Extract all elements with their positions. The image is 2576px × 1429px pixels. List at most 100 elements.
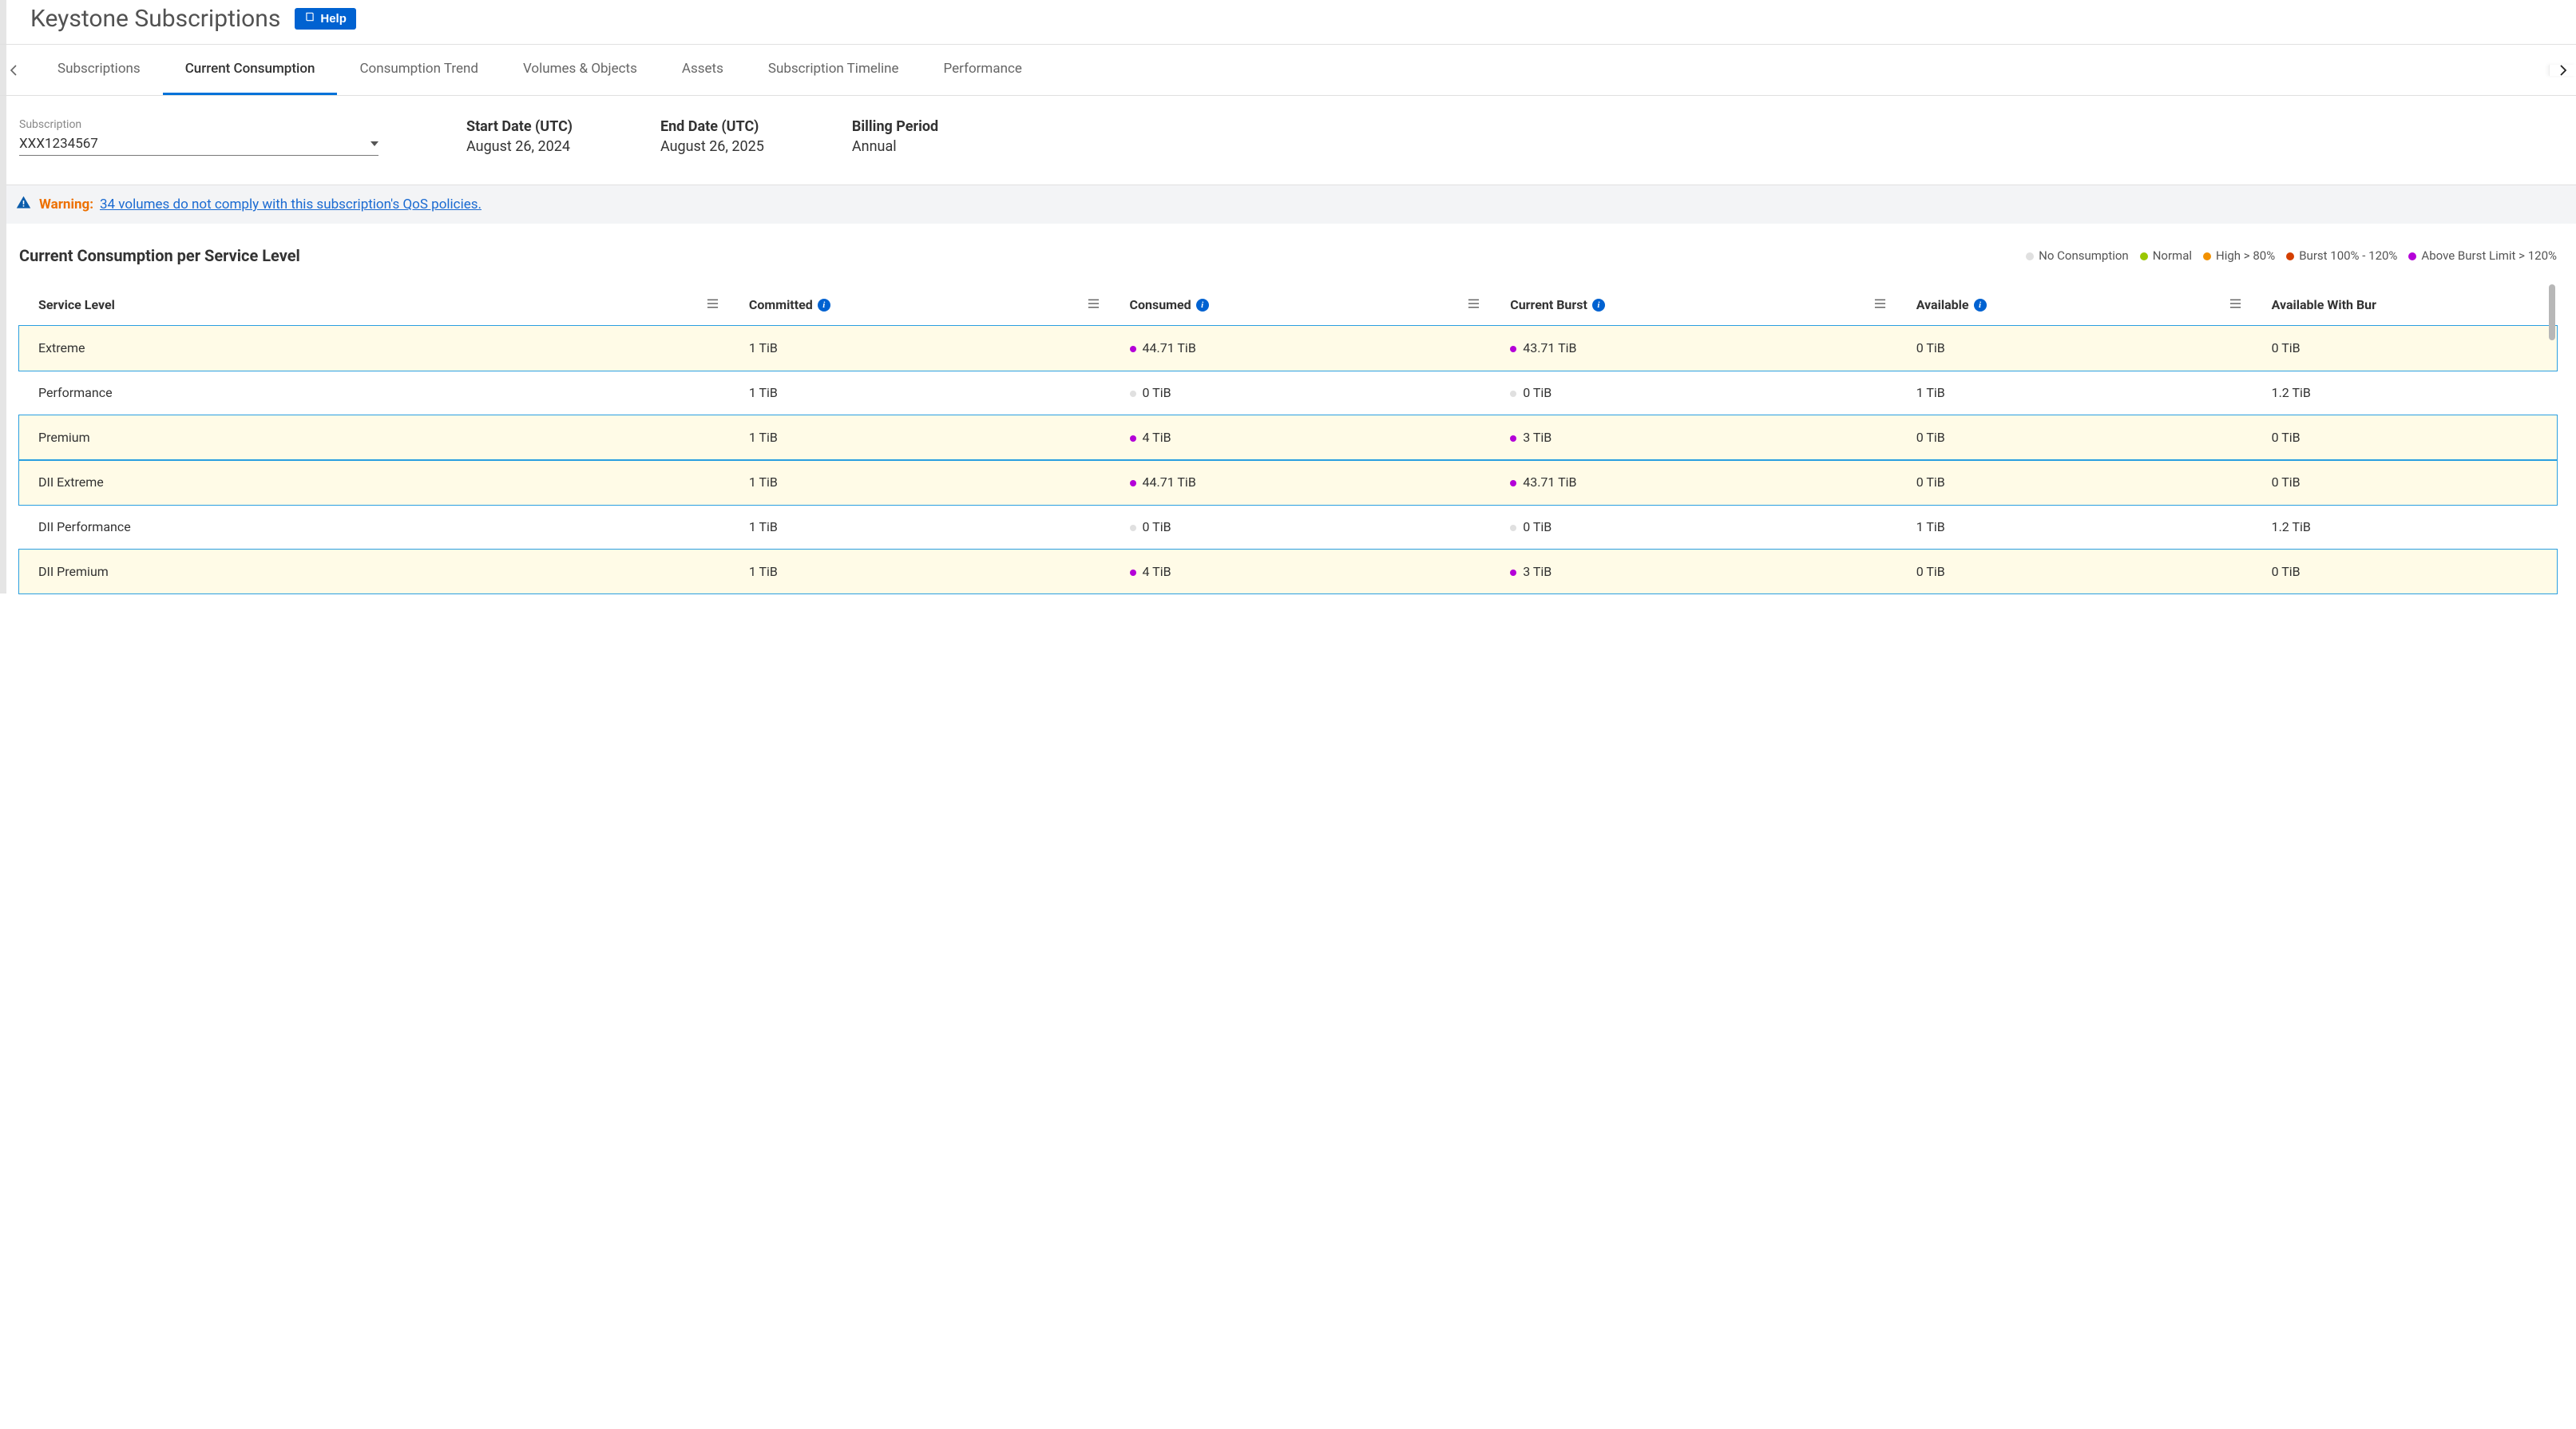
cell-service-level: Extreme xyxy=(19,326,730,371)
cell-available: 1 TiB xyxy=(1897,505,2253,550)
cell-available-with-burst: 1.2 TiB xyxy=(2253,371,2557,415)
cell-available: 0 TiB xyxy=(1897,415,2253,460)
cell-consumed: 44.71 TiB xyxy=(1111,460,1492,505)
table-row[interactable]: DII Premium1 TiB4 TiB3 TiB0 TiB0 TiB xyxy=(19,550,2557,594)
legend-item: Burst 100% - 120% xyxy=(2286,248,2397,263)
legend-dot-icon xyxy=(2026,252,2034,260)
cell-current-burst: 43.71 TiB xyxy=(1491,460,1896,505)
column-header[interactable]: Current Burst i xyxy=(1491,284,1896,326)
warning-label: Warning: xyxy=(39,196,93,212)
column-menu-icon[interactable] xyxy=(1088,297,1100,312)
info-icon[interactable]: i xyxy=(1974,299,1987,312)
status-dot-icon xyxy=(1510,480,1516,486)
column-header[interactable]: Available With Bur xyxy=(2253,284,2557,326)
cell-service-level: DII Performance xyxy=(19,505,730,550)
cell-committed: 1 TiB xyxy=(730,415,1111,460)
scrollbar-thumb[interactable] xyxy=(2549,284,2555,340)
legend: No ConsumptionNormalHigh > 80%Burst 100%… xyxy=(2026,248,2557,263)
cell-service-level: DII Premium xyxy=(19,550,730,594)
tabs-scroll-left[interactable] xyxy=(0,65,27,76)
column-menu-icon[interactable] xyxy=(1468,297,1480,312)
tab-assets[interactable]: Assets xyxy=(660,45,746,95)
status-dot-icon xyxy=(1130,346,1136,352)
cell-current-burst: 3 TiB xyxy=(1491,415,1896,460)
legend-dot-icon xyxy=(2408,252,2416,260)
table-row[interactable]: DII Extreme1 TiB44.71 TiB43.71 TiB0 TiB0… xyxy=(19,460,2557,505)
cell-available: 0 TiB xyxy=(1897,550,2253,594)
tab-subscription-timeline[interactable]: Subscription Timeline xyxy=(746,45,921,95)
cell-service-level: DII Extreme xyxy=(19,460,730,505)
legend-dot-icon xyxy=(2203,252,2211,260)
page-title: Keystone Subscriptions xyxy=(30,5,280,33)
cell-consumed: 0 TiB xyxy=(1111,505,1492,550)
subscription-select-value: XXX1234567 xyxy=(19,136,98,152)
cell-committed: 1 TiB xyxy=(730,505,1111,550)
book-icon xyxy=(304,11,315,26)
column-menu-icon[interactable] xyxy=(707,297,719,312)
subscription-select[interactable]: XXX1234567 xyxy=(19,136,378,156)
column-header[interactable]: Consumed i xyxy=(1111,284,1492,326)
tab-current-consumption[interactable]: Current Consumption xyxy=(163,45,338,95)
status-dot-icon xyxy=(1130,570,1136,576)
column-header-label: Available With Bur xyxy=(2272,297,2376,312)
billing-period-value: Annual xyxy=(852,138,938,155)
cell-available-with-burst: 0 TiB xyxy=(2253,460,2557,505)
column-header-label: Consumed xyxy=(1130,297,1191,312)
chevron-right-icon xyxy=(2559,65,2567,76)
help-button[interactable]: Help xyxy=(295,8,356,30)
column-header-label: Available xyxy=(1916,297,1969,312)
cell-committed: 1 TiB xyxy=(730,460,1111,505)
tabs-scroll-right[interactable] xyxy=(2549,65,2576,76)
column-header-label: Current Burst xyxy=(1510,297,1587,312)
tab-volumes-objects[interactable]: Volumes & Objects xyxy=(501,45,660,95)
tabs-bar: SubscriptionsCurrent ConsumptionConsumpt… xyxy=(0,44,2576,96)
status-dot-icon xyxy=(1510,525,1516,531)
legend-item: No Consumption xyxy=(2026,248,2129,263)
cell-available-with-burst: 0 TiB xyxy=(2253,415,2557,460)
cell-available-with-burst: 0 TiB xyxy=(2253,326,2557,371)
status-dot-icon xyxy=(1510,570,1516,576)
end-date-value: August 26, 2025 xyxy=(660,138,764,155)
cell-consumed: 44.71 TiB xyxy=(1111,326,1492,371)
column-header-label: Service Level xyxy=(38,297,115,312)
column-header[interactable]: Committed i xyxy=(730,284,1111,326)
cell-available: 0 TiB xyxy=(1897,326,2253,371)
table-row[interactable]: Performance1 TiB0 TiB0 TiB1 TiB1.2 TiB xyxy=(19,371,2557,415)
start-date-label: Start Date (UTC) xyxy=(466,118,573,135)
tab-subscriptions[interactable]: Subscriptions xyxy=(35,45,163,95)
column-header-label: Committed xyxy=(749,297,813,312)
cell-current-burst: 3 TiB xyxy=(1491,550,1896,594)
billing-period-label: Billing Period xyxy=(852,118,938,135)
status-dot-icon xyxy=(1510,435,1516,442)
info-icon[interactable]: i xyxy=(818,299,830,312)
legend-dot-icon xyxy=(2286,252,2294,260)
chevron-left-icon xyxy=(10,65,18,76)
end-date-label: End Date (UTC) xyxy=(660,118,764,135)
legend-dot-icon xyxy=(2140,252,2148,260)
table-row[interactable]: DII Performance1 TiB0 TiB0 TiB1 TiB1.2 T… xyxy=(19,505,2557,550)
info-icon[interactable]: i xyxy=(1592,299,1605,312)
panel-title: Current Consumption per Service Level xyxy=(19,246,300,265)
cell-committed: 1 TiB xyxy=(730,371,1111,415)
info-icon[interactable]: i xyxy=(1196,299,1209,312)
cell-committed: 1 TiB xyxy=(730,326,1111,371)
warning-link[interactable]: 34 volumes do not comply with this subsc… xyxy=(100,196,482,212)
cell-available: 1 TiB xyxy=(1897,371,2253,415)
tab-performance[interactable]: Performance xyxy=(921,45,1044,95)
table-row[interactable]: Extreme1 TiB44.71 TiB43.71 TiB0 TiB0 TiB xyxy=(19,326,2557,371)
cell-current-burst: 43.71 TiB xyxy=(1491,326,1896,371)
legend-item: High > 80% xyxy=(2203,248,2275,263)
cell-current-burst: 0 TiB xyxy=(1491,371,1896,415)
column-header[interactable]: Service Level xyxy=(19,284,730,326)
column-header[interactable]: Available i xyxy=(1897,284,2253,326)
cell-consumed: 0 TiB xyxy=(1111,371,1492,415)
caret-down-icon xyxy=(371,141,378,146)
column-menu-icon[interactable] xyxy=(2229,297,2241,312)
subscription-select-label: Subscription xyxy=(19,118,378,131)
tab-consumption-trend[interactable]: Consumption Trend xyxy=(337,45,501,95)
consumption-table: Service LevelCommittediConsumediCurrent … xyxy=(19,284,2557,593)
table-row[interactable]: Premium1 TiB4 TiB3 TiB0 TiB0 TiB xyxy=(19,415,2557,460)
cell-available: 0 TiB xyxy=(1897,460,2253,505)
status-dot-icon xyxy=(1130,480,1136,486)
column-menu-icon[interactable] xyxy=(1874,297,1886,312)
